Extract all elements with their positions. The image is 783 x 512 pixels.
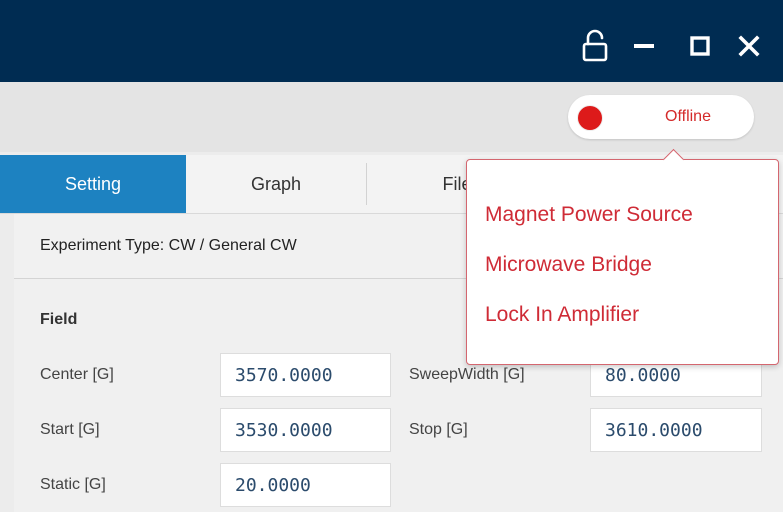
maximize-icon[interactable] bbox=[680, 26, 720, 66]
menu-item-microwave-bridge[interactable]: Microwave Bridge bbox=[485, 253, 652, 277]
static-label: Static [G] bbox=[40, 476, 106, 493]
status-indicator-icon bbox=[577, 105, 603, 131]
center-input[interactable] bbox=[220, 353, 391, 397]
window-titlebar bbox=[0, 0, 783, 82]
close-icon[interactable] bbox=[727, 26, 771, 66]
status-text: Offline bbox=[665, 108, 711, 125]
center-label: Center [G] bbox=[40, 366, 114, 383]
lock-open-icon[interactable] bbox=[578, 26, 612, 66]
stop-input[interactable] bbox=[590, 408, 762, 452]
stop-label: Stop [G] bbox=[409, 421, 468, 438]
minimize-icon[interactable] bbox=[624, 26, 664, 66]
device-popover: Magnet Power Source Microwave Bridge Loc… bbox=[466, 159, 779, 365]
start-label: Start [G] bbox=[40, 421, 100, 438]
tab-setting[interactable]: Setting bbox=[0, 155, 186, 213]
menu-item-lock-in-amplifier[interactable]: Lock In Amplifier bbox=[485, 303, 639, 327]
field-section-title: Field bbox=[40, 311, 78, 328]
menu-item-magnet-power-source[interactable]: Magnet Power Source bbox=[485, 203, 693, 227]
tab-graph[interactable]: Graph bbox=[186, 155, 366, 213]
start-input[interactable] bbox=[220, 408, 391, 452]
static-input[interactable] bbox=[220, 463, 391, 507]
sweep-width-label: SweepWidth [G] bbox=[409, 366, 525, 383]
connection-status-toggle[interactable]: Offline bbox=[568, 95, 754, 139]
experiment-type-label: Experiment Type: CW / General CW bbox=[40, 237, 297, 254]
